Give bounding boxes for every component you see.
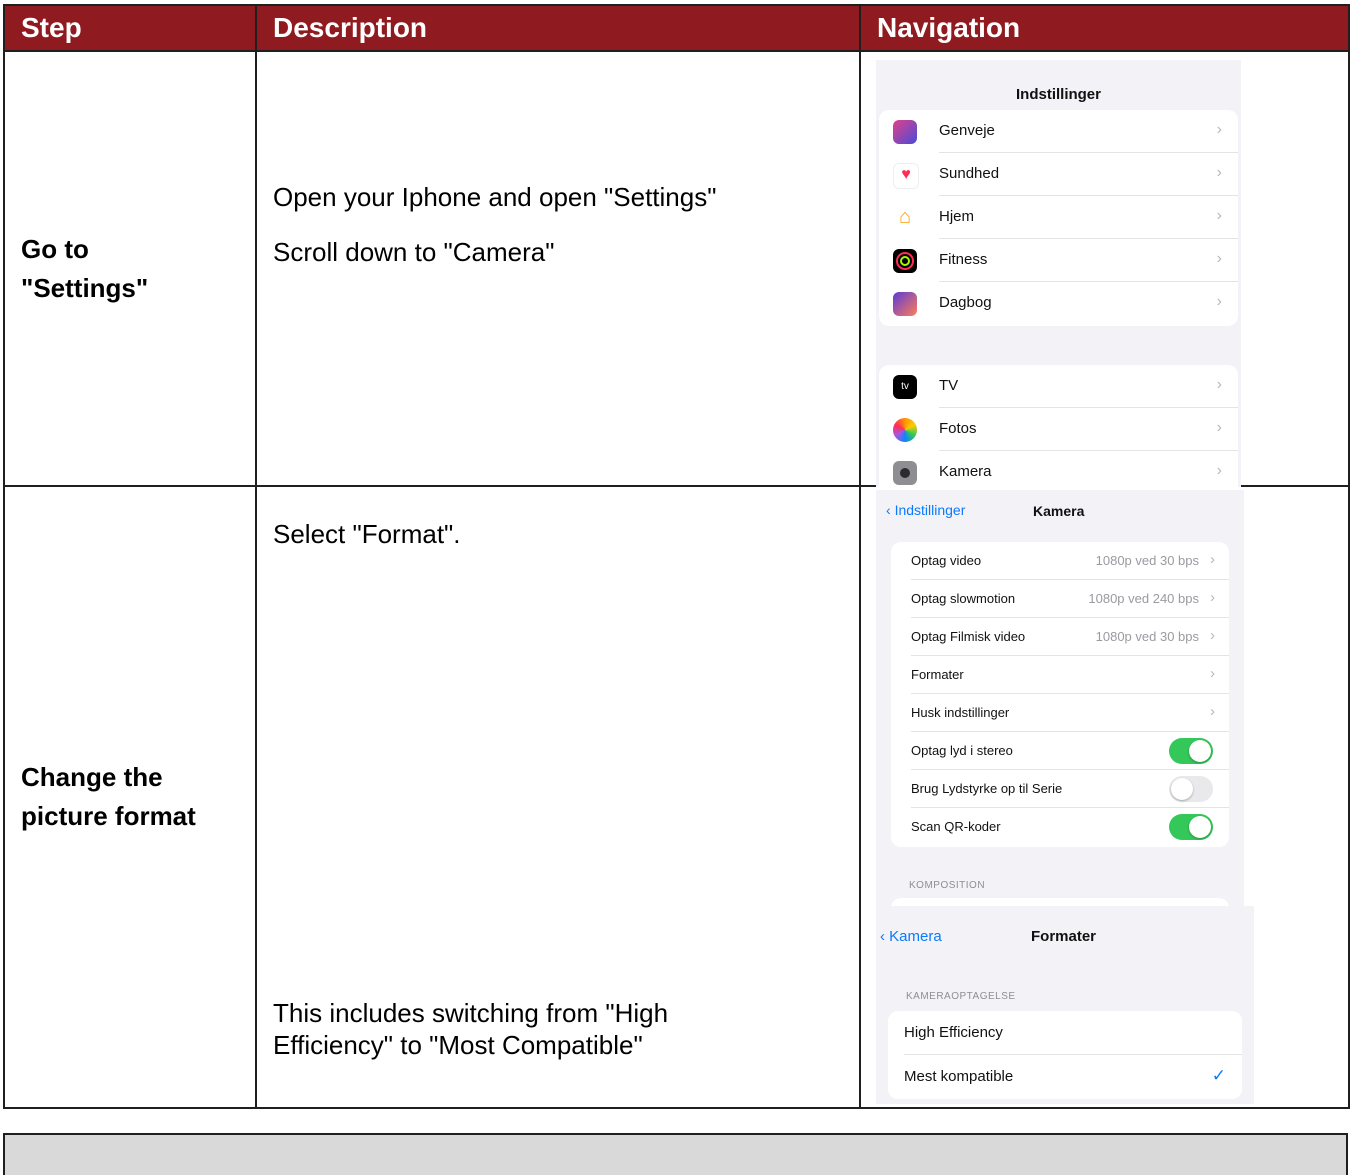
formats-group: High Efficiency Mest kompatible ✓ xyxy=(888,1011,1242,1099)
navigation-cell: ‹ Indstillinger Kamera Optag video 1080p … xyxy=(859,485,1350,1109)
journal-butterfly-icon xyxy=(893,292,917,316)
settings-screenshot: Indstillinger Genveje › ♥ Sundhed › ⌂ Hj… xyxy=(876,60,1241,487)
back-button[interactable]: ‹ Kamera xyxy=(880,928,942,945)
chevron-right-icon: › xyxy=(1210,703,1215,720)
chevron-right-icon: › xyxy=(1216,164,1222,181)
heart-icon: ♥ xyxy=(893,163,919,189)
footer-bar xyxy=(3,1133,1348,1175)
scan-qr-toggle[interactable] xyxy=(1169,814,1213,840)
chevron-left-icon: ‹ xyxy=(886,502,895,518)
settings-group: Genveje › ♥ Sundhed › ⌂ Hjem › Fitness ›… xyxy=(879,110,1238,326)
list-item-health[interactable]: ♥ Sundhed › xyxy=(879,153,1238,196)
option-most-compatible[interactable]: Mest kompatible ✓ xyxy=(888,1055,1242,1099)
next-group-edge xyxy=(891,898,1229,906)
tv-icon: tv xyxy=(893,375,917,399)
chevron-right-icon: › xyxy=(1210,665,1215,682)
stereo-toggle[interactable] xyxy=(1169,738,1213,764)
list-item-volume-burst: Brug Lydstyrke op til Serie xyxy=(891,770,1229,808)
list-item-stereo-audio: Optag lyd i stereo xyxy=(891,732,1229,770)
step-label: Go to "Settings" xyxy=(3,50,257,487)
description-line: Open your Iphone and open "Settings" xyxy=(273,182,717,212)
description-cell: Open your Iphone and open "Settings" Scr… xyxy=(255,50,861,487)
chevron-right-icon: › xyxy=(1216,376,1222,393)
camera-settings-group: Optag video 1080p ved 30 bps › Optag slowm… xyxy=(891,542,1229,847)
header-step: Step xyxy=(3,4,257,52)
table-row: Go to "Settings" Open your Iphone and op… xyxy=(3,50,1350,487)
list-item-record-video[interactable]: Optag video 1080p ved 30 bps › xyxy=(891,542,1229,580)
formats-screenshot: ‹ Kamera Formater KAMERAOPTAGELSE High E… xyxy=(876,906,1254,1104)
list-item-photos[interactable]: Fotos › xyxy=(879,408,1238,451)
table-row: Change the picture format Select "Format… xyxy=(3,485,1350,1109)
section-header: KAMERAOPTAGELSE xyxy=(906,991,1016,1002)
list-item-preserve-settings[interactable]: Husk indstillinger › xyxy=(891,694,1229,732)
back-button[interactable]: ‹ Indstillinger xyxy=(886,502,965,518)
chevron-right-icon: › xyxy=(1210,589,1215,606)
instruction-table: Step Description Navigation Go to "Setti… xyxy=(3,4,1350,1109)
chevron-right-icon: › xyxy=(1216,121,1222,138)
screen-title: Formater xyxy=(1031,928,1097,945)
screen-title: Indstillinger xyxy=(1015,86,1101,103)
chevron-right-icon: › xyxy=(1216,462,1222,479)
option-high-efficiency[interactable]: High Efficiency xyxy=(888,1011,1242,1055)
chevron-right-icon: › xyxy=(1216,250,1222,267)
chevron-right-icon: › xyxy=(1216,293,1222,310)
section-header: KOMPOSITION xyxy=(909,880,986,891)
shortcuts-icon xyxy=(893,120,917,144)
description-cell: Select "Format". This includes switching… xyxy=(255,485,861,1109)
checkmark-icon: ✓ xyxy=(1211,1066,1226,1085)
description-line: Select "Format". xyxy=(273,519,461,549)
photos-flower-icon xyxy=(893,418,917,442)
chevron-right-icon: › xyxy=(1216,419,1222,436)
home-icon: ⌂ xyxy=(893,206,917,230)
chevron-left-icon: ‹ xyxy=(880,928,890,945)
list-item-scan-qr: Scan QR-koder xyxy=(891,808,1229,846)
settings-group: tv TV › Fotos › Kamera › xyxy=(879,365,1238,487)
list-item-camera[interactable]: Kamera › xyxy=(879,451,1238,487)
camera-settings-screenshot: ‹ Indstillinger Kamera Optag video 1080p … xyxy=(876,490,1244,906)
header-navigation: Navigation xyxy=(859,4,1350,52)
screen-title: Kamera xyxy=(1033,503,1085,519)
chevron-right-icon: › xyxy=(1210,551,1215,568)
camera-icon xyxy=(893,461,917,485)
list-item-record-cinematic[interactable]: Optag Filmisk video 1080p ved 30 bps › xyxy=(891,618,1229,656)
list-item-home[interactable]: ⌂ Hjem › xyxy=(879,196,1238,239)
volume-burst-toggle[interactable] xyxy=(1169,776,1213,802)
list-item-journal[interactable]: Dagbog › xyxy=(879,282,1238,325)
list-item-fitness[interactable]: Fitness › xyxy=(879,239,1238,282)
list-item-formats[interactable]: Formater › xyxy=(891,656,1229,694)
header-description: Description xyxy=(255,4,861,52)
chevron-right-icon: › xyxy=(1210,627,1215,644)
table-header-row: Step Description Navigation xyxy=(3,4,1350,52)
fitness-rings-icon xyxy=(893,249,917,273)
description-line: This includes switching from "High Effic… xyxy=(273,998,669,1060)
description-line: Scroll down to "Camera" xyxy=(273,237,555,267)
step-label: Change the picture format xyxy=(3,485,257,1109)
chevron-right-icon: › xyxy=(1216,207,1222,224)
list-item-tv[interactable]: tv TV › xyxy=(879,365,1238,408)
list-item-shortcuts[interactable]: Genveje › xyxy=(879,110,1238,153)
list-item-record-slowmo[interactable]: Optag slowmotion 1080p ved 240 bps › xyxy=(891,580,1229,618)
navigation-cell: Indstillinger Genveje › ♥ Sundhed › ⌂ Hj… xyxy=(859,50,1350,487)
